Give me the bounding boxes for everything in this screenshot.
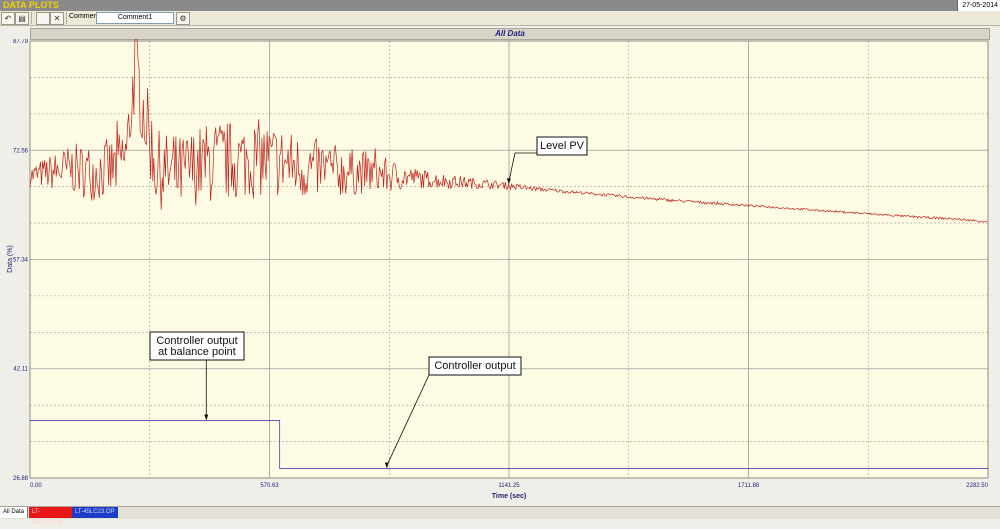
undo-icon[interactable]: ↶ <box>1 12 15 25</box>
date-display: 27-05-2014 <box>957 0 1000 11</box>
comment-label: Comment <box>69 13 100 20</box>
y-axis-ticks: 26.88 42.11 57.34 72.56 87.79 <box>13 39 29 482</box>
settings-icon[interactable]: ⚙ <box>176 12 190 25</box>
y-tick-label: 26.88 <box>13 476 29 482</box>
close-icon[interactable]: ✕ <box>50 12 64 25</box>
y-tick-label: 57.34 <box>13 257 29 263</box>
y-axis-label: Data (%) <box>7 245 14 273</box>
blank-button[interactable] <box>36 12 50 25</box>
y-tick-label: 87.79 <box>13 39 29 45</box>
x-axis-ticks: 0.00 570.63 1141.25 1711.88 2282.50 <box>30 483 989 489</box>
x-tick-label: 2282.50 <box>966 483 988 489</box>
tab-level-pv[interactable]: LT-45LC23.PV <box>29 507 73 526</box>
toolbar-separator <box>31 12 32 24</box>
annotation-label: Level PV <box>540 140 585 152</box>
tab-all-data[interactable]: All Data <box>0 507 29 518</box>
y-tick-label: 42.11 <box>13 367 28 373</box>
toolbar-separator <box>66 12 67 24</box>
x-axis-label: Time (sec) <box>492 493 527 500</box>
x-tick-label: 1141.25 <box>498 483 520 489</box>
annotation-label: Controller output <box>434 360 515 372</box>
x-tick-label: 570.63 <box>260 483 279 489</box>
comment-input[interactable] <box>96 12 174 24</box>
toolbar: ↶ ▤ ✕ Comment ⚙ <box>0 11 1000 26</box>
x-tick-label: 1711.88 <box>738 483 760 489</box>
annotation-label: at balance point <box>158 346 236 358</box>
app-title-bar: DATA PLOTS 27-05-2014 <box>0 0 1000 11</box>
x-tick-label: 0.00 <box>30 483 42 489</box>
app-title: DATA PLOTS <box>3 0 59 10</box>
y-tick-label: 72.56 <box>13 148 29 154</box>
tab-bar: All Data LT-45LC23.PV LT-45LC23.OP <box>0 506 1000 526</box>
tab-controller-output[interactable]: LT-45LC23.OP <box>72 507 118 518</box>
data-chart: 26.88 42.11 57.34 72.56 87.79 0.00 570.63 1141… <box>7 39 989 500</box>
open-folder-icon[interactable]: ▤ <box>15 12 29 25</box>
